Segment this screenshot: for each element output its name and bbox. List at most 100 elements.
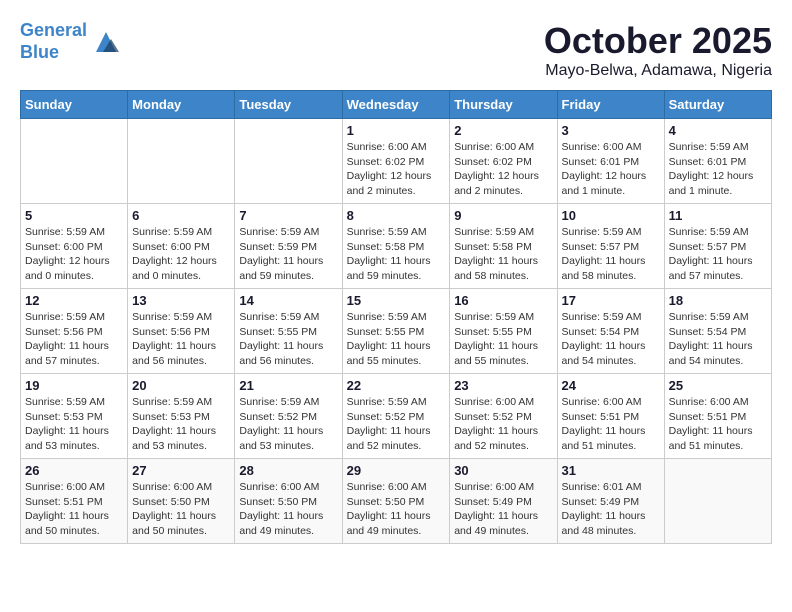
calendar-cell: 23 Sunrise: 6:00 AM Sunset: 5:52 PM Dayli… — [450, 374, 557, 459]
day-info: Sunrise: 5:59 AM Sunset: 5:52 PM Dayligh… — [239, 395, 337, 454]
calendar-table: SundayMondayTuesdayWednesdayThursdayFrid… — [20, 90, 772, 544]
day-info: Sunrise: 5:59 AM Sunset: 5:58 PM Dayligh… — [454, 225, 552, 284]
day-number: 12 — [25, 293, 123, 308]
calendar-cell: 8Sunrise: 5:59 AM Sunset: 5:58 PM Daylig… — [342, 204, 450, 289]
logo-icon — [91, 27, 121, 57]
day-number: 3 — [562, 123, 660, 138]
calendar-cell: 17 Sunrise: 5:59 AM Sunset: 5:54 PM Dayli… — [557, 289, 664, 374]
logo-text: GeneralBlue — [20, 20, 87, 63]
calendar-cell: 15 Sunrise: 5:59 AM Sunset: 5:55 PM Dayli… — [342, 289, 450, 374]
calendar-cell: 26Sunrise: 6:00 AM Sunset: 5:51 PM Dayli… — [21, 459, 128, 544]
day-info: Sunrise: 5:59 AM Sunset: 5:54 PM Dayligh… — [669, 310, 767, 369]
day-number: 19 — [25, 378, 123, 393]
day-number: 23 — [454, 378, 552, 393]
day-number: 21 — [239, 378, 337, 393]
calendar-cell: 5 Sunrise: 5:59 AM Sunset: 6:00 PM Daylig… — [21, 204, 128, 289]
day-number: 16 — [454, 293, 552, 308]
weekday-header-row: SundayMondayTuesdayWednesdayThursdayFrid… — [21, 91, 772, 119]
calendar-cell: 30 Sunrise: 6:00 AM Sunset: 5:49 PM Dayli… — [450, 459, 557, 544]
day-info: Sunrise: 6:00 AM Sunset: 5:50 PM Dayligh… — [132, 480, 230, 539]
day-number: 7 — [239, 208, 337, 223]
day-number: 22 — [347, 378, 446, 393]
day-number: 15 — [347, 293, 446, 308]
day-number: 5 — [25, 208, 123, 223]
day-number: 2 — [454, 123, 552, 138]
day-info: Sunrise: 5:59 AM Sunset: 6:01 PM Dayligh… — [669, 140, 767, 199]
calendar-cell: 12Sunrise: 5:59 AM Sunset: 5:56 PM Dayli… — [21, 289, 128, 374]
week-row: 26Sunrise: 6:00 AM Sunset: 5:51 PM Dayli… — [21, 459, 772, 544]
day-number: 26 — [25, 463, 123, 478]
weekday-header: Wednesday — [342, 91, 450, 119]
day-number: 14 — [239, 293, 337, 308]
calendar-cell — [128, 119, 235, 204]
day-info: Sunrise: 5:59 AM Sunset: 5:57 PM Dayligh… — [669, 225, 767, 284]
day-number: 9 — [454, 208, 552, 223]
weekday-header: Tuesday — [235, 91, 342, 119]
day-number: 25 — [669, 378, 767, 393]
day-number: 4 — [669, 123, 767, 138]
day-info: Sunrise: 6:00 AM Sunset: 5:51 PM Dayligh… — [562, 395, 660, 454]
day-info: Sunrise: 5:59 AM Sunset: 5:55 PM Dayligh… — [347, 310, 446, 369]
weekday-header: Thursday — [450, 91, 557, 119]
calendar-cell — [664, 459, 771, 544]
day-info: Sunrise: 5:59 AM Sunset: 5:53 PM Dayligh… — [25, 395, 123, 454]
calendar-cell: 31 Sunrise: 6:01 AM Sunset: 5:49 PM Dayli… — [557, 459, 664, 544]
calendar-cell: 19 Sunrise: 5:59 AM Sunset: 5:53 PM Dayli… — [21, 374, 128, 459]
day-number: 24 — [562, 378, 660, 393]
day-number: 1 — [347, 123, 446, 138]
day-number: 29 — [347, 463, 446, 478]
week-row: 12 Sunrise: 5:59 AM Sunset: 5:56 PM Dayli… — [21, 289, 772, 374]
day-info: Sunrise: 5:59 AM Sunset: 5:53 PM Dayligh… — [132, 395, 230, 454]
day-info: Sunrise: 5:59 AM Sunset: 5:58 PM Dayligh… — [347, 225, 446, 284]
day-info: Sunrise: 6:00 AM Sunset: 5:52 PM Dayligh… — [454, 395, 552, 454]
calendar-cell: 21 Sunrise: 5:59 AM Sunset: 5:52 PM Dayli… — [235, 374, 342, 459]
calendar-cell: 24 Sunrise: 6:00 AM Sunset: 5:51 PM Dayli… — [557, 374, 664, 459]
day-info: Sunrise: 6:00 AM Sunset: 6:02 PM Dayligh… — [347, 140, 446, 199]
day-info: Sunrise: 5:59 AM Sunset: 5:52 PM Dayligh… — [347, 395, 446, 454]
calendar-cell: 9 Sunrise: 5:59 AM Sunset: 5:58 PM Daylig… — [450, 204, 557, 289]
day-info: Sunrise: 5:59 AM Sunset: 5:59 PM Dayligh… — [239, 225, 337, 284]
day-info: Sunrise: 6:01 AM Sunset: 5:49 PM Dayligh… — [562, 480, 660, 539]
calendar-cell: 4 Sunrise: 5:59 AM Sunset: 6:01 PM Daylig… — [664, 119, 771, 204]
day-number: 17 — [562, 293, 660, 308]
day-info: Sunrise: 6:00 AM Sunset: 6:02 PM Dayligh… — [454, 140, 552, 199]
day-info: Sunrise: 5:59 AM Sunset: 6:00 PM Dayligh… — [25, 225, 123, 284]
calendar-cell: 20Sunrise: 5:59 AM Sunset: 5:53 PM Dayli… — [128, 374, 235, 459]
weekday-header: Monday — [128, 91, 235, 119]
day-info: Sunrise: 6:00 AM Sunset: 6:01 PM Dayligh… — [562, 140, 660, 199]
day-number: 28 — [239, 463, 337, 478]
calendar-cell: 16 Sunrise: 5:59 AM Sunset: 5:55 PM Dayli… — [450, 289, 557, 374]
month-title: October 2025 — [544, 20, 772, 62]
day-number: 18 — [669, 293, 767, 308]
day-info: Sunrise: 5:59 AM Sunset: 5:55 PM Dayligh… — [454, 310, 552, 369]
day-number: 6 — [132, 208, 230, 223]
logo: GeneralBlue — [20, 20, 121, 63]
day-info: Sunrise: 5:59 AM Sunset: 5:54 PM Dayligh… — [562, 310, 660, 369]
weekday-header: Friday — [557, 91, 664, 119]
day-number: 13 — [132, 293, 230, 308]
calendar-cell: 29Sunrise: 6:00 AM Sunset: 5:50 PM Dayli… — [342, 459, 450, 544]
calendar-cell: 22 Sunrise: 5:59 AM Sunset: 5:52 PM Dayli… — [342, 374, 450, 459]
day-info: Sunrise: 5:59 AM Sunset: 5:56 PM Dayligh… — [132, 310, 230, 369]
day-number: 30 — [454, 463, 552, 478]
calendar-cell: 1 Sunrise: 6:00 AM Sunset: 6:02 PM Daylig… — [342, 119, 450, 204]
day-number: 11 — [669, 208, 767, 223]
day-info: Sunrise: 5:59 AM Sunset: 6:00 PM Dayligh… — [132, 225, 230, 284]
location-title: Mayo-Belwa, Adamawa, Nigeria — [544, 62, 772, 80]
calendar-cell: 28Sunrise: 6:00 AM Sunset: 5:50 PM Dayli… — [235, 459, 342, 544]
day-number: 10 — [562, 208, 660, 223]
calendar-cell: 6 Sunrise: 5:59 AM Sunset: 6:00 PM Daylig… — [128, 204, 235, 289]
day-number: 31 — [562, 463, 660, 478]
day-info: Sunrise: 5:59 AM Sunset: 5:55 PM Dayligh… — [239, 310, 337, 369]
week-row: 19 Sunrise: 5:59 AM Sunset: 5:53 PM Dayli… — [21, 374, 772, 459]
calendar-cell — [235, 119, 342, 204]
calendar-cell: 7 Sunrise: 5:59 AM Sunset: 5:59 PM Daylig… — [235, 204, 342, 289]
calendar-cell: 18 Sunrise: 5:59 AM Sunset: 5:54 PM Dayli… — [664, 289, 771, 374]
day-number: 27 — [132, 463, 230, 478]
day-info: Sunrise: 6:00 AM Sunset: 5:51 PM Dayligh… — [669, 395, 767, 454]
calendar-cell: 25 Sunrise: 6:00 AM Sunset: 5:51 PM Dayli… — [664, 374, 771, 459]
title-block: October 2025 Mayo-Belwa, Adamawa, Nigeri… — [544, 20, 772, 80]
week-row: 1 Sunrise: 6:00 AM Sunset: 6:02 PM Daylig… — [21, 119, 772, 204]
calendar-cell: 10Sunrise: 5:59 AM Sunset: 5:57 PM Dayli… — [557, 204, 664, 289]
day-info: Sunrise: 6:00 AM Sunset: 5:49 PM Dayligh… — [454, 480, 552, 539]
